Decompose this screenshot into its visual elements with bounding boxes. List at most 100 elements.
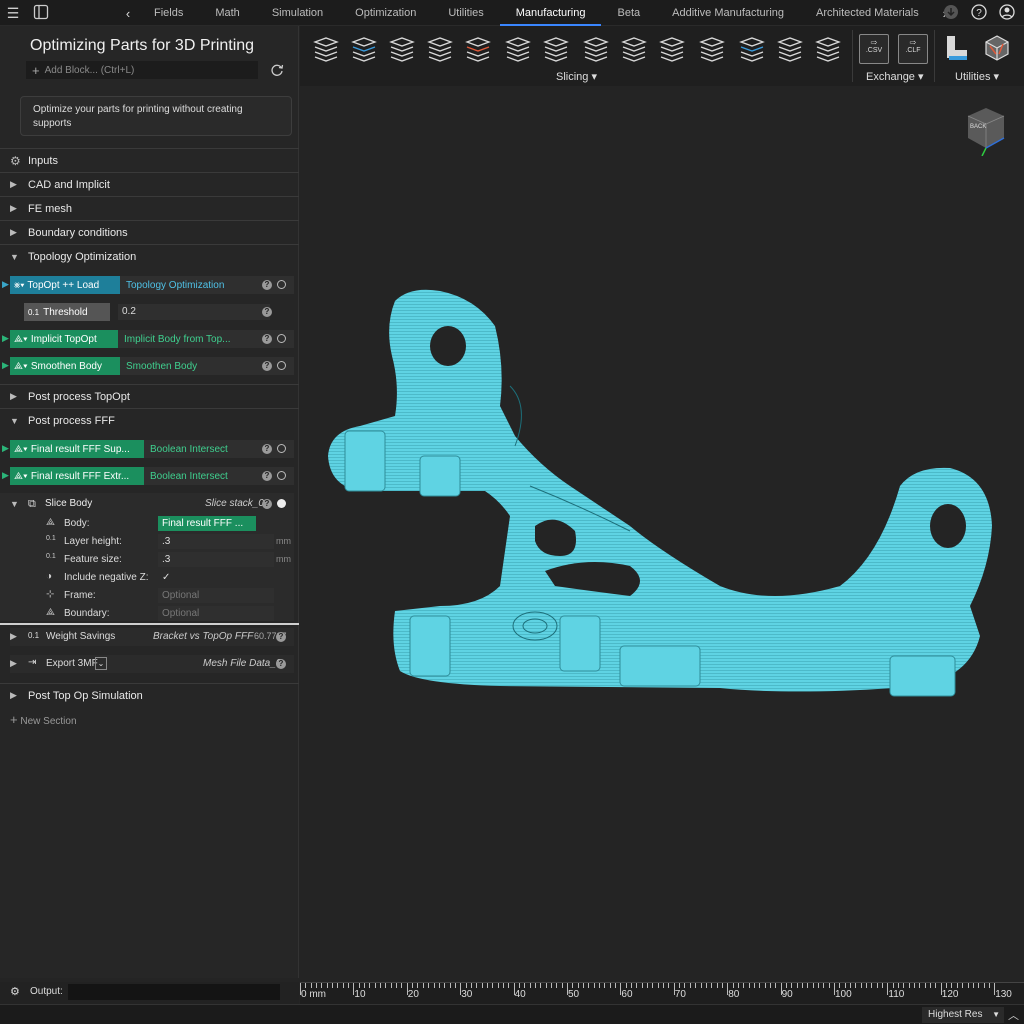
- threshold-input[interactable]: 0.2: [118, 304, 270, 320]
- slice-prop-field[interactable]: ✓: [158, 570, 274, 585]
- ruler-tick: [668, 983, 670, 988]
- new-section-button[interactable]: + New Section: [10, 712, 77, 727]
- block-topopt-load[interactable]: ▶ ⨳▾ TopOpt ++ Load Topology Optimizatio…: [2, 276, 294, 294]
- section-fe-mesh[interactable]: ▶ FE mesh: [0, 196, 299, 220]
- hamburger-menu-icon[interactable]: ☰: [4, 4, 22, 22]
- panel-toggle-icon[interactable]: [32, 4, 50, 22]
- chevron-up-icon[interactable]: ︿: [1008, 1007, 1019, 1023]
- tab-additive-manufacturing[interactable]: Additive Manufacturing: [656, 0, 800, 26]
- utilities-group-label[interactable]: Utilities ▾: [955, 70, 999, 83]
- block-final-result-fff-extr[interactable]: ▶ ⟁▾ Final result FFF Extr... Boolean In…: [2, 467, 294, 485]
- view-cube[interactable]: BACK: [964, 106, 1008, 157]
- section-post-process-fff[interactable]: ▼ Post process FFF: [0, 408, 299, 432]
- section-post-top-op-simulation[interactable]: ▶ Post Top Op Simulation: [0, 683, 299, 707]
- help-icon[interactable]: ?: [262, 280, 272, 290]
- output-field[interactable]: [68, 984, 280, 1000]
- slicing-tool-icon[interactable]: [350, 34, 378, 62]
- ruler-tick: [615, 983, 617, 988]
- help-icon[interactable]: ?: [262, 444, 272, 454]
- help-icon[interactable]: ?: [262, 334, 272, 344]
- slice-prop-field[interactable]: Optional: [158, 588, 274, 603]
- block-weight-savings[interactable]: ▶ 0.1 Weight Savings Bracket vs TopOp FF…: [10, 628, 294, 646]
- section-topology-optimization[interactable]: ▼ Topology Optimization: [0, 244, 299, 268]
- slice-prop-field[interactable]: .3: [158, 552, 274, 567]
- tab-optimization[interactable]: Optimization: [339, 0, 432, 26]
- slice-prop-field[interactable]: Final result FFF ... ✕: [158, 516, 256, 543]
- export-csv-icon[interactable]: ⇨ .CSV: [859, 34, 889, 64]
- slicing-tool-icon[interactable]: [312, 34, 340, 62]
- help-icon[interactable]: ?: [970, 4, 988, 22]
- tab-simulation[interactable]: Simulation: [256, 0, 339, 26]
- refresh-icon[interactable]: [269, 62, 285, 78]
- ruler-tick: [946, 983, 948, 988]
- run-arrow-icon[interactable]: ▶: [2, 443, 9, 454]
- section-post-process-topopt[interactable]: ▶ Post process TopOpt: [0, 384, 299, 408]
- help-icon[interactable]: ?: [262, 471, 272, 481]
- slice-prop-field[interactable]: .3: [158, 534, 274, 549]
- slicing-tool-icon[interactable]: [776, 34, 804, 62]
- help-icon[interactable]: ?: [276, 659, 286, 669]
- exchange-group-label[interactable]: Exchange ▾: [866, 70, 924, 83]
- block-implicit-topopt[interactable]: ▶ ⟁▾ Implicit TopOpt Implicit Body from …: [2, 330, 294, 348]
- chevron-right-icon[interactable]: ▶: [10, 631, 17, 642]
- ruler-tick: [764, 983, 766, 988]
- ruler-tick: [438, 983, 440, 988]
- tab-math[interactable]: Math: [199, 0, 255, 26]
- run-arrow-icon[interactable]: ▶: [2, 360, 9, 371]
- block-final-result-fff-sup[interactable]: ▶ ⟁▾ Final result FFF Sup... Boolean Int…: [2, 440, 294, 458]
- slicing-tool-icon[interactable]: [738, 34, 766, 62]
- slicing-tool-icon[interactable]: [658, 34, 686, 62]
- slice-prop-field[interactable]: Optional: [158, 606, 274, 621]
- ruler-tick: [599, 983, 601, 988]
- tabs-prev-arrow-icon[interactable]: ‹: [118, 6, 138, 21]
- chevron-right-icon[interactable]: ▶: [10, 658, 17, 669]
- gear-icon[interactable]: ⚙: [10, 985, 20, 998]
- block-threshold[interactable]: 0.1 Threshold 0.2 ?: [10, 303, 294, 321]
- chevron-down-icon[interactable]: ▼: [10, 499, 19, 509]
- download-icon[interactable]: [942, 4, 960, 22]
- slicing-tool-icon[interactable]: [504, 34, 532, 62]
- section-boundary-conditions[interactable]: ▶ Boundary conditions: [0, 220, 299, 244]
- 3d-viewport[interactable]: BACK: [300, 86, 1024, 986]
- slicing-tool-icon[interactable]: [582, 34, 610, 62]
- slicing-tool-icon[interactable]: [426, 34, 454, 62]
- slicing-tool-icon[interactable]: [814, 34, 842, 62]
- ruler-tick: [860, 983, 862, 988]
- ruler-label: 110: [888, 989, 905, 1000]
- export-clf-icon[interactable]: ⇨ .CLF: [898, 34, 928, 64]
- slicing-tool-icon[interactable]: [388, 34, 416, 62]
- add-block-input[interactable]: + Add Block... (Ctrl+L): [26, 61, 258, 79]
- block-export-3mf[interactable]: ▶ ⇥ Export 3MF ⌄ Mesh File Data_0 ?: [10, 655, 294, 673]
- section-inputs[interactable]: ⚙ Inputs: [0, 148, 299, 172]
- ruler-tick: [812, 983, 814, 988]
- slicing-group-label[interactable]: Slicing ▾: [556, 70, 597, 83]
- run-arrow-icon[interactable]: ▶: [2, 333, 9, 344]
- slicing-tool-icon[interactable]: [698, 34, 726, 62]
- section-cad-implicit[interactable]: ▶ CAD and Implicit: [0, 172, 299, 196]
- tab-utilities[interactable]: Utilities: [432, 0, 499, 26]
- tab-architected-materials[interactable]: Architected Materials: [800, 0, 935, 26]
- account-icon[interactable]: [998, 4, 1016, 22]
- run-arrow-icon[interactable]: ▶: [2, 470, 9, 481]
- cube-utility-icon[interactable]: [983, 34, 1011, 62]
- slicing-tool-icon[interactable]: [542, 34, 570, 62]
- resolution-select[interactable]: Highest Res ▼: [922, 1007, 1004, 1023]
- help-icon[interactable]: ?: [262, 307, 272, 317]
- slicing-tool-icon[interactable]: [620, 34, 648, 62]
- slicing-tool-icon[interactable]: [464, 34, 492, 62]
- chevron-right-icon: ▶: [10, 391, 17, 401]
- block-smoothen-body[interactable]: ▶ ⟁▾ Smoothen Body Smoothen Body ?: [2, 357, 294, 375]
- tab-beta[interactable]: Beta: [601, 0, 656, 26]
- help-icon[interactable]: ?: [276, 632, 286, 642]
- tab-fields[interactable]: Fields: [138, 0, 199, 26]
- run-arrow-icon[interactable]: ▶: [2, 279, 9, 290]
- tab-manufacturing[interactable]: Manufacturing: [499, 0, 602, 26]
- ruler-tick: [850, 983, 852, 988]
- help-icon[interactable]: ?: [262, 361, 272, 371]
- chevron-down-icon[interactable]: ⌄: [95, 657, 107, 670]
- help-icon[interactable]: ?: [262, 499, 272, 509]
- ruler-tick: [679, 983, 681, 988]
- ruler-tick: [417, 983, 419, 988]
- material-utility-icon[interactable]: [943, 34, 971, 62]
- sliced-part-model[interactable]: [300, 86, 1024, 986]
